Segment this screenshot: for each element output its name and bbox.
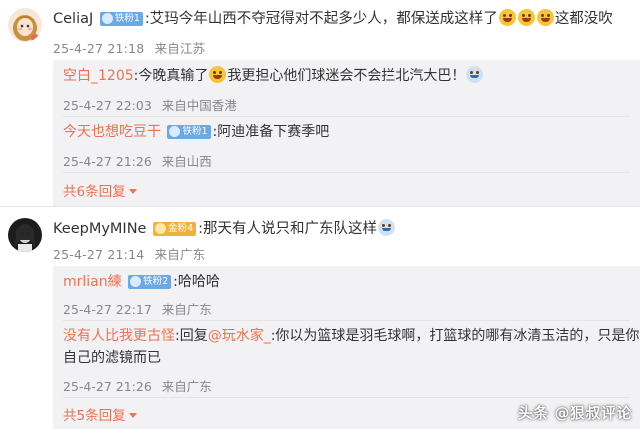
avatar[interactable] bbox=[8, 218, 42, 252]
comment-meta: 25-4-27 21:14 来自广东 bbox=[53, 244, 205, 263]
laughing-emoji-icon bbox=[536, 9, 554, 26]
fan-badge[interactable]: 铁粉2 bbox=[128, 275, 172, 289]
reply-text-line: 今天也想吃豆干 铁粉1:阿迪准备下赛季吧 bbox=[63, 122, 329, 142]
fan-badge[interactable]: 铁粉1 bbox=[99, 12, 143, 26]
badge-label: 铁粉1 bbox=[182, 126, 208, 137]
reply-text: :你以为篮球是羽毛球啊，打篮球的哪有冰清玉洁的，只是你 bbox=[270, 328, 640, 344]
reply-text-line: 没有人比我更古怪:回复@玩水家_:你以为篮球是羽毛球啊，打篮球的哪有冰清玉洁的，… bbox=[63, 326, 639, 346]
reply-meta: 25-4-27 22:03 来自中国香港 bbox=[63, 95, 237, 114]
location: 来自山西 bbox=[161, 154, 212, 169]
more-replies-label: 共5条回复 bbox=[63, 408, 126, 424]
avatar[interactable] bbox=[8, 8, 42, 42]
timestamp: 25-4-27 22:03 bbox=[63, 98, 152, 113]
reply-username[interactable]: 空白_1205 bbox=[63, 68, 134, 84]
badge-icon bbox=[101, 13, 113, 24]
timestamp: 25-4-27 21:26 bbox=[63, 379, 152, 394]
laughing-emoji-icon bbox=[517, 9, 535, 26]
location: 来自广东 bbox=[161, 302, 212, 317]
comment-text-line: CeliaJ 铁粉1 :艾玛今年山西不夺冠得对不起多少人，都保送成这样了 这都没吹 bbox=[53, 8, 613, 30]
fan-badge[interactable]: 金粉4 bbox=[153, 222, 197, 236]
badge-icon bbox=[130, 276, 142, 287]
reply-text: 哈哈哈 bbox=[177, 274, 220, 290]
badge-icon bbox=[155, 223, 167, 234]
location: 来自江苏 bbox=[154, 41, 206, 56]
comment-meta: 25-4-27 21:18 来自江苏 bbox=[53, 38, 205, 57]
location: 来自中国香港 bbox=[161, 98, 237, 113]
reply-meta: 25-4-27 21:26 来自山西 bbox=[63, 151, 212, 170]
divider bbox=[63, 397, 630, 398]
crying-emoji-icon bbox=[378, 219, 396, 236]
reply-text-line: 空白_1205:今晚真输了 我更担心他们球迷会不会拦北汽大巴！ bbox=[63, 66, 484, 86]
chevron-down-icon bbox=[128, 413, 137, 418]
comment-item: CeliaJ 铁粉1:艾玛今年山西不夺冠得对不起多少人，都保送成这样了 这都没吹 … bbox=[0, 0, 640, 212]
comment-divider bbox=[0, 206, 640, 207]
more-replies-label: 共6条回复 bbox=[63, 184, 126, 200]
username[interactable]: CeliaJ bbox=[53, 11, 93, 27]
reply-meta: 25-4-27 21:26 来自广东 bbox=[63, 376, 212, 395]
reply-meta: 25-4-27 22:17 来自广东 bbox=[63, 299, 212, 318]
location: 来自广东 bbox=[161, 379, 212, 394]
crying-emoji-icon bbox=[466, 66, 484, 83]
reply-text-line-2: 自己的滤镜而已 bbox=[63, 348, 161, 368]
timestamp: 25-4-27 22:17 bbox=[63, 302, 152, 317]
badge-label: 铁粉2 bbox=[143, 276, 169, 287]
reply-text: 阿迪准备下赛季吧 bbox=[217, 124, 330, 140]
comment-item: KeepMyMINe 金粉4 :那天有人说只和广东队这样 25-4-27 21:1… bbox=[0, 212, 640, 429]
reply-username[interactable]: 没有人比我更古怪 bbox=[63, 328, 175, 344]
username[interactable]: KeepMyMINe bbox=[53, 221, 146, 237]
reply-word: 回复 bbox=[179, 328, 208, 344]
comment-text-tail: 这都没吹 bbox=[554, 11, 613, 27]
timestamp: 25-4-27 21:26 bbox=[63, 154, 152, 169]
comment-text: :那天有人说只和广东队这样 bbox=[198, 221, 378, 237]
badge-label: 金粉4 bbox=[168, 223, 194, 234]
watermark: 头条 @狠叔评论 bbox=[517, 404, 632, 422]
badge-label: 铁粉1 bbox=[114, 13, 140, 24]
reply-text-tail: 我更担心他们球迷会不会拦北汽大巴！ bbox=[227, 68, 466, 84]
comment-text: :艾玛今年山西不夺冠得对不起多少人，都保送成这样了 bbox=[144, 11, 498, 27]
mention-link[interactable]: @玩水家_ bbox=[208, 328, 271, 344]
divider bbox=[63, 320, 630, 321]
timestamp: 25-4-27 21:14 bbox=[53, 247, 145, 262]
reply-text: 今晚真输了 bbox=[138, 68, 209, 84]
laughing-tears-emoji-icon bbox=[209, 66, 227, 83]
reply-list: 空白_1205:今晚真输了 我更担心他们球迷会不会拦北汽大巴！ 25-4-27 2… bbox=[53, 60, 640, 206]
more-replies-link[interactable]: 共6条回复 bbox=[63, 180, 137, 200]
reply-text-line: mrlian練 铁粉2:哈哈哈 bbox=[63, 272, 220, 292]
comment-text-line: KeepMyMINe 金粉4 :那天有人说只和广东队这样 bbox=[53, 218, 396, 240]
chevron-down-icon bbox=[128, 189, 137, 194]
reply-username[interactable]: 今天也想吃豆干 bbox=[63, 124, 161, 140]
laughing-emoji-icon bbox=[498, 9, 516, 26]
timestamp: 25-4-27 21:18 bbox=[53, 41, 145, 56]
divider bbox=[63, 116, 630, 117]
fan-badge[interactable]: 铁粉1 bbox=[167, 125, 211, 139]
more-replies-link[interactable]: 共5条回复 bbox=[63, 404, 137, 424]
reply-username[interactable]: mrlian練 bbox=[63, 274, 122, 290]
location: 来自广东 bbox=[154, 247, 206, 262]
divider bbox=[63, 172, 630, 173]
badge-icon bbox=[169, 126, 181, 137]
reply-text-continued: 自己的滤镜而已 bbox=[63, 350, 161, 366]
